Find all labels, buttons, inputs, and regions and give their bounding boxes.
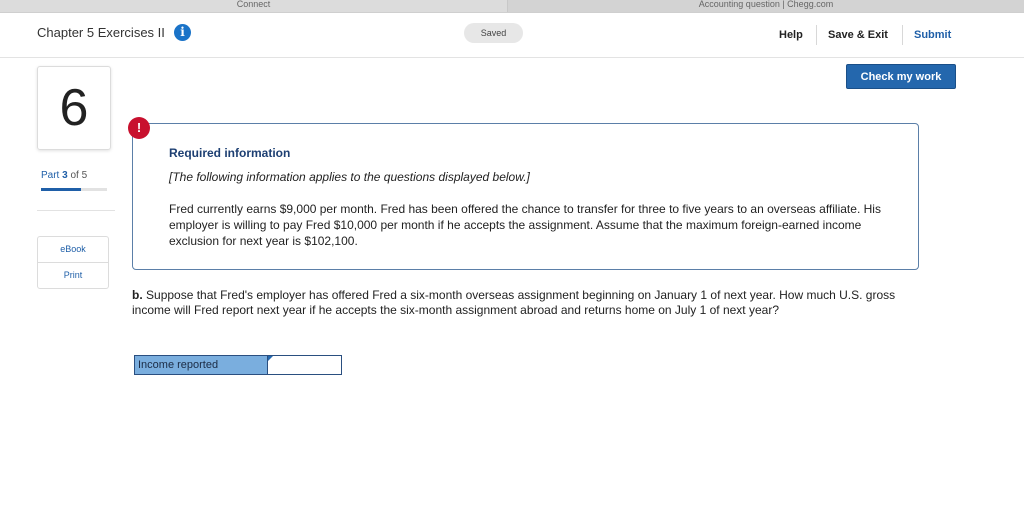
browser-tab-strip: Connect Accounting question | Chegg.com [0,0,1024,13]
alert-icon: ! [128,117,150,139]
part-progress-bar [41,188,107,191]
rail-divider [37,210,115,211]
check-my-work-button[interactable]: Check my work [846,64,956,89]
part-current: 3 [62,170,68,181]
browser-tab-connect[interactable]: Connect [0,0,508,12]
part-indicator: Part 3 of 5 [41,170,87,181]
print-button[interactable]: Print [38,262,108,288]
required-information-body: Fred currently earns $9,000 per month. F… [169,202,881,248]
ebook-button[interactable]: eBook [38,237,108,262]
required-information-note: [The following information applies to th… [169,170,530,184]
save-exit-button[interactable]: Save & Exit [828,29,888,41]
required-information-box: Required information [The following info… [132,123,919,270]
help-button[interactable]: Help [779,29,803,41]
header-divider [902,25,903,45]
question-number: 6 [37,66,111,150]
flag-icon [268,356,273,361]
answer-row: Income reported [134,355,342,375]
browser-tab-chegg[interactable]: Accounting question | Chegg.com [508,0,1024,12]
assignment-header: Chapter 5 Exercises II i Saved Help Save… [0,13,1024,58]
submit-button[interactable]: Submit [914,29,951,41]
part-progress-fill [41,188,81,191]
question-text: b. Suppose that Fred's employer has offe… [132,288,932,318]
saved-status-badge: Saved [464,23,523,43]
resource-buttons: eBook Print [37,236,109,289]
required-information-title: Required information [169,146,291,160]
question-label: b. [132,288,143,302]
question-body: Suppose that Fred's employer has offered… [132,288,896,317]
page-title: Chapter 5 Exercises II [37,25,165,40]
info-icon[interactable]: i [174,24,191,41]
income-reported-label: Income reported [135,356,267,374]
part-total: of 5 [70,170,88,181]
income-reported-input[interactable] [267,356,341,374]
part-word: Part [41,170,60,181]
header-divider [816,25,817,45]
